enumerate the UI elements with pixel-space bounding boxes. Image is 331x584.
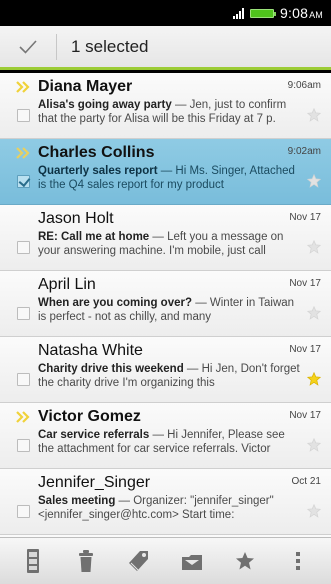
sender-name: Natasha White — [38, 342, 143, 359]
message-row[interactable]: Diana Mayer 9:06am Alisa's going away part… — [0, 73, 331, 139]
chevron-icon — [16, 147, 30, 159]
sender-name: Victor Gomez — [38, 408, 141, 425]
message-list[interactable]: Diana Mayer 9:06am Alisa's going away part… — [0, 73, 331, 537]
select-checkbox[interactable] — [17, 241, 30, 254]
star-toggle-icon[interactable] — [307, 438, 321, 452]
signal-icon — [233, 7, 245, 19]
message-row[interactable]: Victor Gomez Nov 17 Car service referrals … — [0, 403, 331, 469]
sender-name: Jason Holt — [38, 210, 114, 227]
message-snippet: When are you coming over? — Winter in Ta… — [38, 296, 300, 325]
delete-button[interactable] — [66, 541, 106, 581]
star-toggle-icon[interactable] — [307, 108, 321, 122]
message-snippet: Quarterly sales report — Hi Ms. Singer, … — [38, 164, 300, 193]
done-button[interactable] — [0, 26, 56, 67]
battery-icon — [250, 8, 277, 18]
select-checkbox[interactable] — [17, 373, 30, 386]
message-time: 9:02am — [287, 146, 321, 157]
select-checkbox[interactable] — [17, 109, 30, 122]
message-time: Nov 17 — [289, 212, 321, 223]
star-toggle-icon[interactable] — [307, 372, 321, 386]
mark-read-button[interactable] — [13, 541, 53, 581]
selection-count: 1 selected — [71, 36, 149, 56]
label-icon — [128, 551, 148, 571]
message-row[interactable]: Jennifer_Singer Oct 21 Sales meeting — Org… — [0, 469, 331, 535]
bottom-toolbar — [0, 537, 331, 584]
message-subject: Quarterly sales report — [38, 165, 158, 177]
message-snippet: Car service referrals — Hi Jennifer, Ple… — [38, 428, 300, 457]
select-checkbox[interactable] — [17, 307, 30, 320]
message-subject: Alisa's going away party — [38, 99, 172, 111]
message-subject: Sales meeting — [38, 495, 116, 507]
more-button[interactable] — [278, 541, 318, 581]
sender-name: Jennifer_Singer — [38, 474, 151, 491]
message-time: Nov 17 — [289, 344, 321, 355]
message-row[interactable]: Charles Collins 9:02am Quarterly sales rep… — [0, 139, 331, 205]
message-subject: When are you coming over? — [38, 297, 192, 309]
message-time: Nov 17 — [289, 278, 321, 289]
message-row[interactable]: Natasha White Nov 17 Charity drive this we… — [0, 337, 331, 403]
status-bar: 9:08AM — [0, 0, 331, 26]
message-snippet: RE: Call me at home — Left you a message… — [38, 230, 300, 259]
mark-read-icon — [26, 549, 39, 573]
move-to-folder-button[interactable] — [172, 541, 212, 581]
star-button[interactable] — [225, 541, 265, 581]
message-subject: RE: Call me at home — [38, 231, 150, 243]
select-checkbox[interactable] — [17, 439, 30, 452]
label-button[interactable] — [119, 541, 159, 581]
clock-time: 9:08 — [280, 5, 309, 21]
clock-ampm: AM — [309, 10, 323, 20]
star-icon — [236, 552, 255, 570]
message-subject: Charity drive this weekend — [38, 363, 184, 375]
star-toggle-icon[interactable] — [307, 174, 321, 188]
message-time: 9:06am — [287, 80, 321, 91]
message-row[interactable]: Jason Holt Nov 17 RE: Call me at home — Le… — [0, 205, 331, 271]
message-snippet: Alisa's going away party — Jen, just to … — [38, 98, 300, 127]
selection-action-bar: 1 selected — [0, 26, 331, 70]
more-icon — [296, 552, 301, 570]
message-time: Oct 21 — [291, 476, 321, 487]
chevron-icon — [16, 411, 30, 423]
star-toggle-icon[interactable] — [307, 306, 321, 320]
checkmark-icon — [19, 39, 37, 54]
select-checkbox[interactable] — [17, 175, 30, 188]
message-subject: Car service referrals — [38, 429, 150, 441]
message-snippet: Charity drive this weekend — Hi Jen, Don… — [38, 362, 300, 391]
message-snippet: Sales meeting — Organizer: "jennifer_sin… — [38, 494, 300, 523]
select-checkbox[interactable] — [17, 505, 30, 518]
message-row[interactable]: April Lin Nov 17 When are you coming over?… — [0, 271, 331, 337]
delete-icon — [78, 550, 93, 572]
star-toggle-icon[interactable] — [307, 240, 321, 254]
sender-name: April Lin — [38, 276, 96, 293]
chevron-icon — [16, 81, 30, 93]
sender-name: Diana Mayer — [38, 78, 133, 95]
move-to-folder-icon — [182, 555, 203, 570]
star-toggle-icon[interactable] — [307, 504, 321, 518]
sender-name: Charles Collins — [38, 144, 155, 161]
message-time: Nov 17 — [289, 410, 321, 421]
status-clock: 9:08AM — [280, 5, 323, 21]
